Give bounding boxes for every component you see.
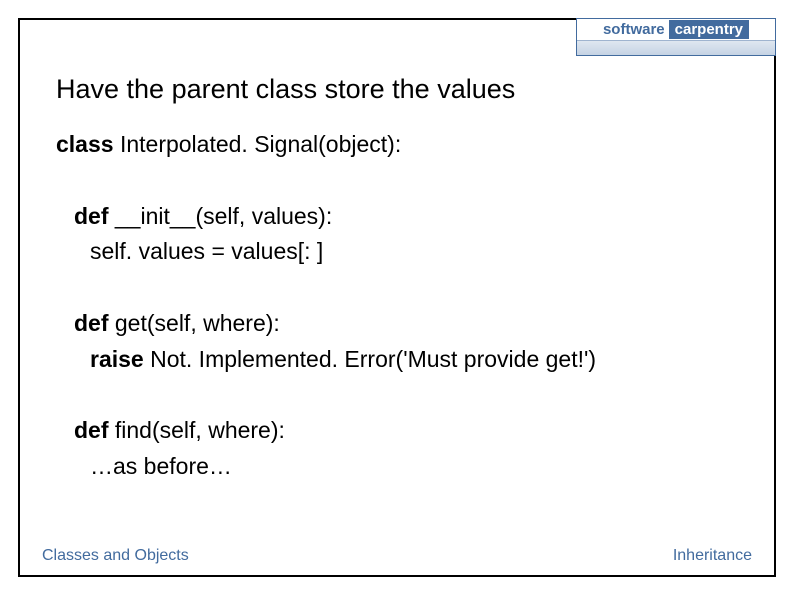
code-text: __init__(self, values): (109, 203, 333, 229)
slide-heading: Have the parent class store the values (56, 74, 754, 105)
code-line: def find(self, where): (56, 413, 754, 449)
footer-left: Classes and Objects (42, 547, 189, 565)
code-line: raise Not. Implemented. Error('Must prov… (56, 342, 754, 378)
code-block: class Interpolated. Signal(object): def … (56, 127, 754, 484)
code-line: def get(self, where): (56, 306, 754, 342)
blank-line (56, 270, 754, 306)
logo-word-carpentry: carpentry (669, 20, 749, 39)
code-text: …as before… (90, 453, 232, 479)
keyword-def: def (74, 417, 109, 443)
code-line: class Interpolated. Signal(object): (56, 127, 754, 163)
code-text: Interpolated. Signal(object): (114, 131, 402, 157)
logo-subtitle (577, 40, 775, 55)
code-line: def __init__(self, values): (56, 199, 754, 235)
blank-line (56, 163, 754, 199)
slide-content: Have the parent class store the values c… (56, 74, 754, 484)
code-text: find(self, where): (109, 417, 285, 443)
keyword-def: def (74, 203, 109, 229)
code-line: self. values = values[: ] (56, 234, 754, 270)
logo-top-row: software carpentry (577, 19, 775, 40)
brand-logo: software carpentry (576, 18, 776, 56)
keyword-def: def (74, 310, 109, 336)
keyword-class: class (56, 131, 114, 157)
keyword-raise: raise (90, 346, 144, 372)
logo-word-software: software (603, 21, 665, 38)
blank-line (56, 377, 754, 413)
code-line: …as before… (56, 449, 754, 485)
code-text: Not. Implemented. Error('Must provide ge… (144, 346, 596, 372)
code-text: get(self, where): (109, 310, 280, 336)
code-text: self. values = values[: ] (90, 238, 323, 264)
footer-right: Inheritance (673, 547, 752, 565)
